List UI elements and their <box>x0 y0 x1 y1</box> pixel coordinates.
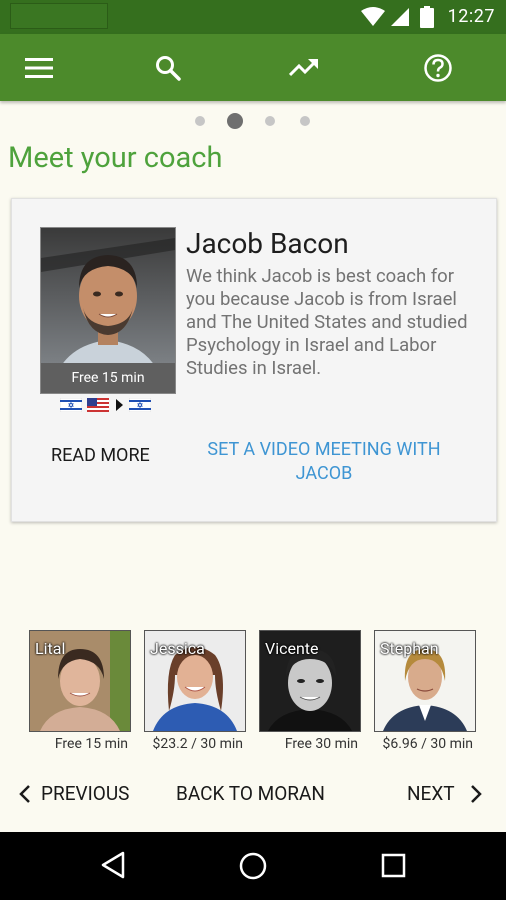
coach-thumb-name: Vicente <box>265 639 319 658</box>
home-circle-icon[interactable] <box>238 851 268 881</box>
israel-flag-icon <box>60 398 82 412</box>
help-button[interactable] <box>420 50 456 86</box>
next-label: NEXT <box>407 782 455 805</box>
coach-thumb-name: Jessica <box>150 639 205 658</box>
wifi-icon <box>361 7 385 26</box>
coach-description: We think Jacob is best coach for you bec… <box>186 265 468 379</box>
next-button[interactable]: NEXT <box>407 782 483 805</box>
read-more-button[interactable]: READ MORE <box>51 445 150 466</box>
back-label: BACK TO MORAN <box>176 782 325 805</box>
page-dot[interactable] <box>195 116 205 126</box>
coach-photo-badge: Free 15 min <box>41 363 175 393</box>
coach-thumb-photo: Jessica <box>144 630 246 732</box>
battery-icon <box>420 6 434 28</box>
back-to-moran-button[interactable]: BACK TO MORAN <box>176 782 325 805</box>
coach-thumb-photo: Stephan <box>374 630 476 732</box>
chevron-right-icon <box>470 784 482 803</box>
coach-thumb-price: $23.2 / 30 min <box>152 736 243 752</box>
bottom-navigation: PREVIOUS BACK TO MORAN NEXT <box>0 776 506 810</box>
status-bar: 12:27 <box>0 0 506 34</box>
page-title: Meet your coach <box>8 141 223 175</box>
search-button[interactable] <box>150 50 186 86</box>
coach-thumb-name: Lital <box>35 639 66 658</box>
notification-area <box>10 3 108 29</box>
page-indicator <box>0 112 506 130</box>
status-time: 12:27 <box>447 6 495 27</box>
set-video-meeting-button[interactable]: SET A VIDEO MEETING WITH JACOB <box>192 438 456 486</box>
coach-thumb-name: Stephan <box>380 639 439 658</box>
coach-thumb-jessica[interactable]: Jessica $23.2 / 30 min <box>144 630 246 752</box>
system-navigation-bar <box>0 832 506 900</box>
coach-thumb-price: $6.96 / 30 min <box>382 736 473 752</box>
arrow-right-icon <box>116 399 123 411</box>
coach-thumb-price: Free 15 min <box>54 736 128 752</box>
israel-flag-icon <box>129 398 151 412</box>
app-toolbar <box>0 34 506 101</box>
menu-button[interactable] <box>21 50 57 86</box>
coach-photo[interactable]: Free 15 min <box>40 227 176 394</box>
previous-label: PREVIOUS <box>41 782 130 805</box>
chevron-left-icon <box>19 784 30 803</box>
page-dot[interactable] <box>265 116 275 126</box>
coach-thumb-photo: Lital <box>29 630 131 732</box>
usa-flag-icon <box>87 398 109 412</box>
coach-thumb-price: Free 30 min <box>284 736 358 752</box>
coach-thumb-photo: Vicente <box>259 630 361 732</box>
previous-button[interactable]: PREVIOUS <box>18 782 129 805</box>
coach-flags <box>60 398 151 412</box>
page-dot[interactable] <box>300 116 310 126</box>
trending-up-icon <box>289 59 318 77</box>
coach-card: Free 15 min Jacob Bacon We think Jacob i… <box>11 198 497 522</box>
signal-icon <box>391 8 409 26</box>
help-icon <box>424 54 452 82</box>
search-icon <box>156 56 181 81</box>
coach-name: Jacob Bacon <box>186 227 349 260</box>
recents-square-icon[interactable] <box>381 853 407 879</box>
page-dot-active[interactable] <box>227 113 243 129</box>
trending-button[interactable] <box>286 50 322 86</box>
coach-thumb-vicente[interactable]: Vicente Free 30 min <box>259 630 361 752</box>
menu-icon <box>25 58 53 78</box>
back-triangle-icon[interactable] <box>100 850 126 880</box>
coach-thumb-lital[interactable]: Lital Free 15 min <box>29 630 131 752</box>
other-coaches-list: Lital Free 15 min Jessica $23.2 / 30 min <box>29 630 489 755</box>
coach-thumb-stephan[interactable]: Stephan $6.96 / 30 min <box>374 630 476 752</box>
